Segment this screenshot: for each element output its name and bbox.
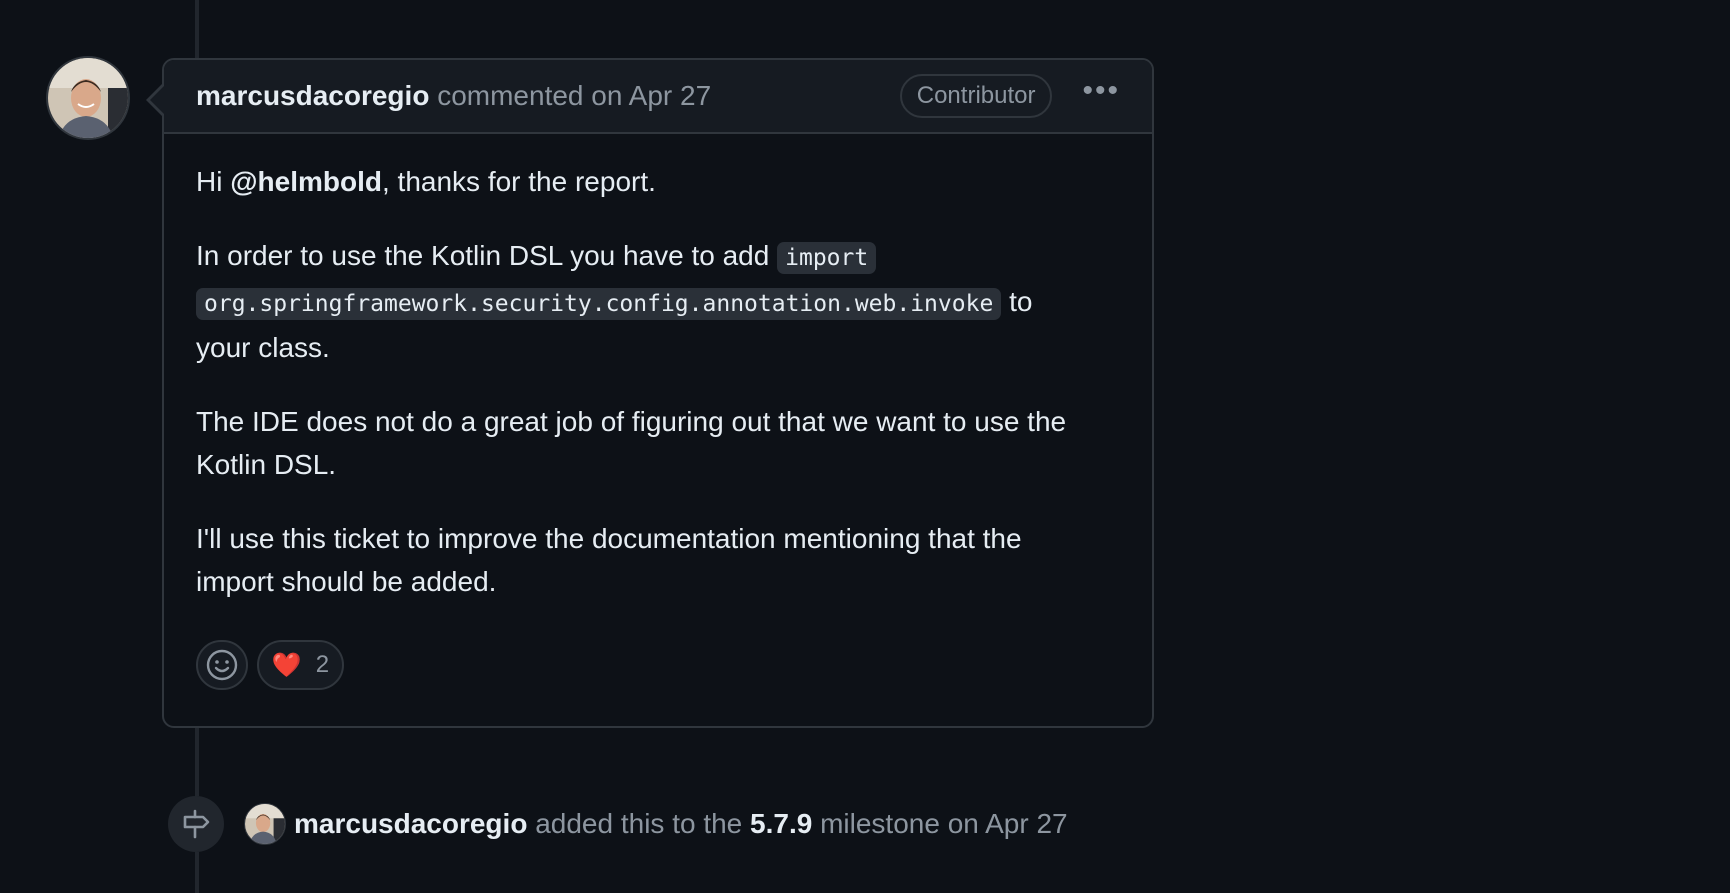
ticket-line-1: I'll use this ticket to improve the docu… xyxy=(196,523,1022,554)
milestone-event: marcusdacoregio added this to the 5.7.9 … xyxy=(168,796,1068,852)
paragraph-ticket: I'll use this ticket to improve the docu… xyxy=(196,517,1120,603)
greeting-suffix: , thanks for the report. xyxy=(381,166,656,197)
import-suffix-rest: your class. xyxy=(196,332,330,363)
milestone-link[interactable]: 5.7.9 xyxy=(750,808,812,839)
contributor-badge: Contributor xyxy=(899,74,1053,118)
comment-author-link[interactable]: marcusdacoregio xyxy=(196,80,429,111)
event-text-before: added this to the xyxy=(535,808,743,839)
greeting-prefix: Hi xyxy=(196,166,231,197)
avatar-image xyxy=(48,58,128,138)
event-text-after: milestone on Apr 27 xyxy=(820,808,1068,839)
event-author-avatar[interactable] xyxy=(244,803,286,845)
paragraph-import: In order to use the Kotlin DSL you have … xyxy=(196,234,1120,369)
ticket-line-2: import should be added. xyxy=(196,566,497,597)
inline-code-import: import xyxy=(777,242,877,274)
comment-body: Hi @helmbold, thanks for the report. In … xyxy=(164,134,1152,603)
paragraph-ide: The IDE does not do a great job of figur… xyxy=(196,400,1120,486)
comment-header-text: marcusdacoregio commented on Apr 27 xyxy=(196,80,900,112)
heart-reaction-button[interactable]: ❤️ 2 xyxy=(257,640,344,690)
add-reaction-button[interactable] xyxy=(196,640,248,690)
comment-author-avatar[interactable] xyxy=(46,56,130,140)
milestone-event-text: marcusdacoregio added this to the 5.7.9 … xyxy=(294,808,1068,840)
comment-caret xyxy=(150,84,166,116)
ide-line-1: The IDE does not do a great job of figur… xyxy=(196,406,1067,437)
timeline-line-top xyxy=(195,0,199,58)
kebab-horizontal-icon[interactable]: ••• xyxy=(1082,76,1120,106)
reactions-bar: ❤️ 2 xyxy=(196,640,344,690)
event-author-link[interactable]: marcusdacoregio xyxy=(294,808,527,839)
smiley-icon xyxy=(206,649,238,681)
heart-reaction-count: 2 xyxy=(315,651,330,678)
milestone-icon xyxy=(168,796,224,852)
ide-line-2: Kotlin DSL. xyxy=(196,449,337,480)
timeline-line-bottom xyxy=(195,852,199,893)
avatar-small-image xyxy=(245,804,285,844)
import-suffix-to: to xyxy=(1009,286,1033,317)
import-text: In order to use the Kotlin DSL you have … xyxy=(196,240,770,271)
paragraph-greeting: Hi @helmbold, thanks for the report. xyxy=(196,160,1120,203)
comment-box: marcusdacoregio commented on Apr 27 Cont… xyxy=(162,58,1154,728)
heart-icon: ❤️ xyxy=(271,651,302,679)
timeline-line-middle xyxy=(195,728,199,796)
user-mention-link[interactable]: @helmbold xyxy=(230,166,382,197)
milestone-icon-svg xyxy=(183,809,210,839)
comment-header: marcusdacoregio commented on Apr 27 Cont… xyxy=(164,60,1152,134)
comment-action[interactable]: commented on Apr 27 xyxy=(437,80,711,111)
inline-code-package: org.springframework.security.config.anno… xyxy=(196,288,1002,320)
